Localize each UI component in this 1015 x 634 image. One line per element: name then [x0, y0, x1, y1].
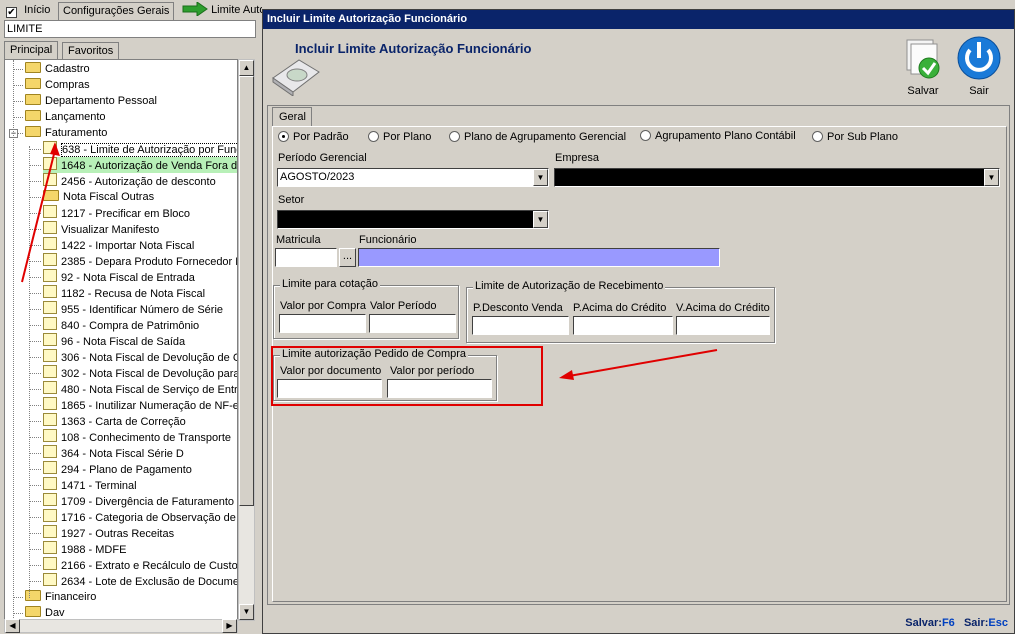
- exit-label: Sair: [969, 85, 989, 97]
- valor-periodo-label: Valor Período: [370, 300, 437, 312]
- chevron-down-icon[interactable]: ▼: [533, 211, 548, 228]
- empresa-label: Empresa: [555, 152, 600, 164]
- v-acima-credito-input[interactable]: [676, 316, 770, 335]
- valor-periodo-input[interactable]: [369, 314, 456, 333]
- chevron-down-icon[interactable]: ▼: [984, 169, 999, 186]
- annotation-arrow-right: [559, 349, 718, 380]
- p-desconto-venda-input[interactable]: [472, 316, 569, 335]
- document-monitor-icon: [272, 59, 320, 96]
- radio-por-sub-plano[interactable]: Por Sub Plano: [812, 131, 898, 143]
- v-acima-credito-label: V.Acima do Crédito: [676, 302, 770, 314]
- empresa-select[interactable]: ▼: [554, 168, 1000, 187]
- group-title: Limite para cotação: [280, 278, 380, 290]
- radio-label: Agrupamento Plano Contábil: [655, 130, 796, 142]
- p-acima-credito-input[interactable]: [573, 316, 673, 335]
- annotation-arrow-left: [21, 142, 60, 283]
- radio-dot: [368, 131, 379, 142]
- radio-label: Por Plano: [383, 131, 432, 143]
- radio-label: Plano de Agrupamento Gerencial: [464, 131, 627, 143]
- funcionario-label: Funcionário: [359, 234, 417, 246]
- status-save-key: F6: [941, 617, 955, 629]
- power-icon: [957, 36, 1001, 80]
- radio-por-plano[interactable]: Por Plano: [368, 131, 431, 143]
- annotation-highlight-box: [271, 346, 543, 406]
- p-acima-credito-label: P.Acima do Crédito: [573, 302, 667, 314]
- periodo-value: AGOSTO/2023: [280, 171, 355, 183]
- tab-geral[interactable]: Geral: [272, 107, 312, 127]
- dialog-header-title: Incluir Limite Autorização Funcionário: [295, 41, 532, 56]
- save-button[interactable]: Salvar: [901, 36, 945, 97]
- setor-select[interactable]: ▼: [277, 210, 549, 229]
- save-label: Salvar: [907, 85, 939, 97]
- ellipsis-button[interactable]: ...: [339, 248, 356, 267]
- radio-dot: [812, 131, 823, 142]
- group-title: Limite de Autorização de Recebimento: [473, 280, 666, 292]
- p-desconto-venda-label: P.Desconto Venda: [473, 302, 563, 314]
- dialog-titlebar[interactable]: Incluir Limite Autorização Funcionário: [263, 10, 1014, 29]
- status-bar: Salvar:F6 Sair:Esc: [905, 617, 1008, 629]
- status-exit-text: Sair:: [963, 617, 989, 629]
- status-exit-key: Esc: [988, 617, 1008, 629]
- radio-dot: [640, 130, 651, 141]
- radio-agrupamento-plano-contabil[interactable]: Agrupamento Plano Contábil: [640, 130, 796, 142]
- setor-label: Setor: [278, 194, 305, 206]
- exit-button[interactable]: Sair: [955, 36, 1003, 97]
- chevron-down-icon[interactable]: ▼: [533, 169, 548, 186]
- dialog-header: Incluir Limite Autorização Funcionário S…: [267, 32, 1010, 103]
- radio-label: Por Padrão: [293, 131, 349, 143]
- status-save-text: Salvar:: [905, 617, 942, 629]
- radio-por-padrao[interactable]: Por Padrão: [278, 131, 349, 143]
- matricula-label: Matricula: [276, 234, 321, 246]
- save-check-icon: [906, 39, 940, 79]
- radio-plano-agrupamento-gerencial[interactable]: Plano de Agrupamento Gerencial: [449, 131, 626, 143]
- valor-por-compra-label: Valor por Compra: [280, 300, 366, 312]
- radio-dot: [449, 131, 460, 142]
- periodo-gerencial-select[interactable]: AGOSTO/2023 ▼: [277, 168, 549, 187]
- periodo-gerencial-label: Período Gerencial: [278, 152, 367, 164]
- valor-por-compra-input[interactable]: [279, 314, 366, 333]
- matricula-input[interactable]: [275, 248, 337, 267]
- radio-label: Por Sub Plano: [827, 131, 898, 143]
- funcionario-input[interactable]: [358, 248, 720, 267]
- radio-dot: [278, 131, 289, 142]
